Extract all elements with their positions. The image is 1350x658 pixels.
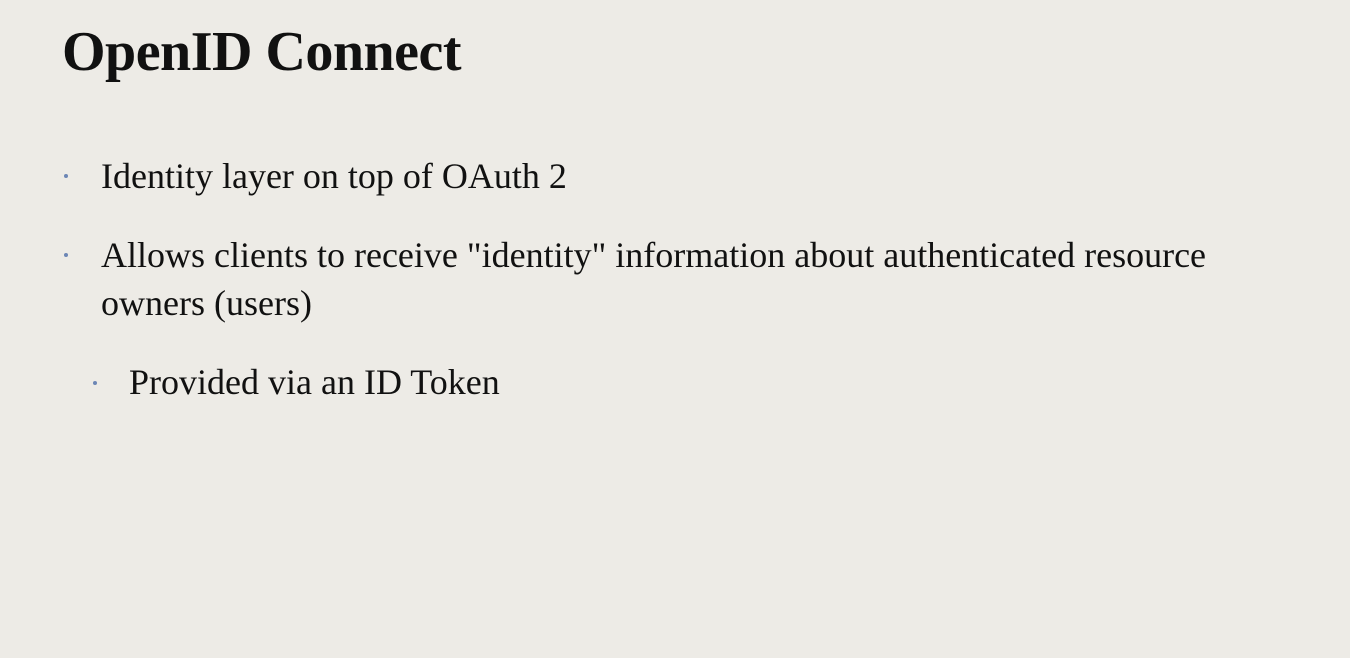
sub-bullet-text: Provided via an ID Token [129, 362, 500, 402]
bullet-dot-icon [93, 381, 97, 385]
bullet-text: Allows clients to receive "identity" inf… [101, 235, 1207, 323]
slide-title: OpenID Connect [62, 21, 462, 83]
slide: OpenID Connect Identity layer on top of … [0, 0, 1350, 658]
bullet-text: Identity layer on top of OAuth 2 [101, 156, 567, 196]
bullet-dot-icon [64, 253, 68, 257]
bullet-dot-icon [64, 174, 68, 178]
